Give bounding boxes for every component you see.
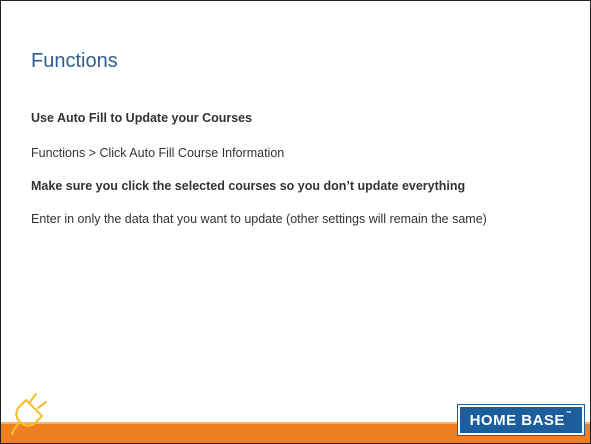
trademark-mark: ™ [565,411,573,417]
warning-select-courses: Make sure you click the selected courses… [31,179,466,193]
instruction-functions-path: Functions > Click Auto Fill Course Infor… [31,146,285,160]
slide: Functions Use Auto Fill to Update your C… [0,0,591,444]
slide-title: Functions [31,50,118,72]
heading-use-auto-fill: Use Auto Fill to Update your Courses [31,111,253,125]
home-base-logo: HOME BASE ™ [458,405,584,435]
instruction-enter-data: Enter in only the data that you want to … [31,212,487,226]
brand-name: HOME BASE [469,411,565,429]
plug-icon [10,392,48,436]
